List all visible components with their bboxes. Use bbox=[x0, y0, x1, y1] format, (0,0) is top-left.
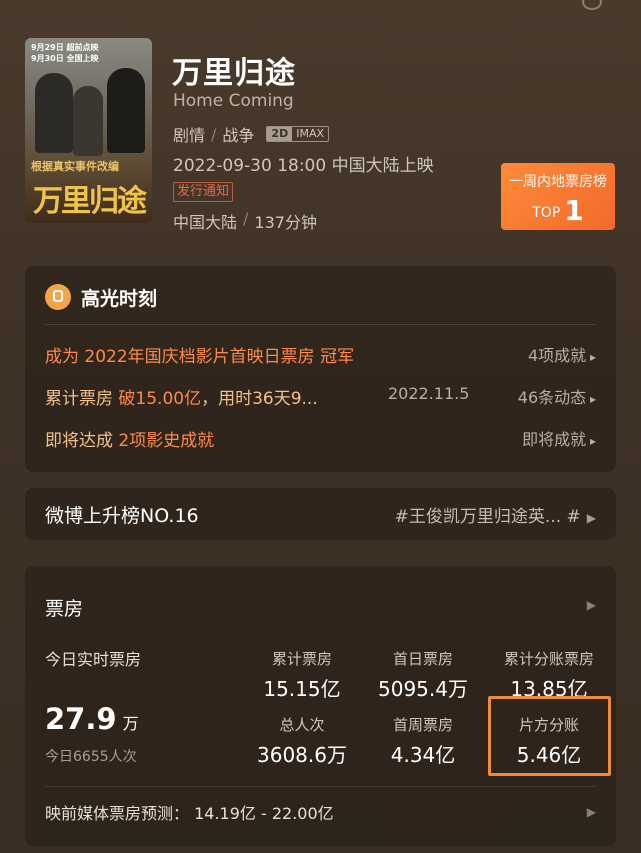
poster-title: 万里归途 bbox=[33, 184, 147, 219]
region: 中国大陆 bbox=[173, 213, 238, 232]
divider bbox=[45, 786, 596, 787]
highlight-text: 累计票房 破15.00亿，用时36天9... bbox=[45, 384, 318, 409]
movie-subtitle: Home Coming bbox=[173, 91, 294, 111]
hashtag-icon: # bbox=[566, 507, 581, 527]
highlights-title: 高光时刻 bbox=[81, 288, 158, 310]
stat-total-box-office: 累计票房 15.15亿 bbox=[237, 648, 367, 702]
top-edge-icon bbox=[582, 0, 602, 10]
box-office-title[interactable]: 票房 bbox=[45, 594, 83, 621]
chevron-right-icon: ▶ bbox=[586, 511, 596, 525]
poster-figure bbox=[35, 73, 73, 153]
poster-figure bbox=[107, 68, 145, 153]
highlight-text: 即将达成 2项影史成就 bbox=[45, 426, 214, 451]
stat-label: 累计票房 bbox=[271, 650, 332, 668]
highlight-date: 2022.11.5 bbox=[388, 384, 470, 403]
highlight-post: 冠军 bbox=[314, 347, 355, 367]
rank-badge-value: TOP 1 bbox=[501, 194, 615, 227]
today-label: 今日实时票房 bbox=[45, 650, 142, 669]
highlights-card: 高光时刻 成为 2022年国庆档影片首映日票房 冠军 4项成就 累计票房 破15… bbox=[25, 266, 616, 472]
genre-tag: 战争 bbox=[222, 126, 255, 145]
separator: / bbox=[243, 209, 249, 228]
highlight-key: 破15.00亿 bbox=[118, 389, 202, 409]
weibo-topic[interactable]: #王俊凯万里归途英... # ▶ bbox=[395, 502, 596, 527]
format-badge: 2D IMAX bbox=[266, 126, 330, 142]
highlight-link[interactable]: 46条动态 bbox=[518, 384, 596, 408]
rank-badge-label: 一周内地票房榜 bbox=[509, 174, 607, 190]
highlight-row-1[interactable]: 成为 2022年国庆档影片首映日票房 冠军 4项成就 bbox=[45, 342, 596, 368]
stat-value: 15.15亿 bbox=[263, 677, 341, 701]
weibo-topic-text: #王俊凯万里归途英... bbox=[394, 507, 562, 527]
stat-label: 总人次 bbox=[279, 716, 325, 734]
box-office-rank-badge[interactable]: 一周内地票房榜 TOP 1 bbox=[501, 163, 615, 230]
rank-prefix: TOP bbox=[532, 205, 561, 221]
movie-title: 万里归途 bbox=[172, 56, 296, 91]
genre-line: 剧情 / 战争 2D IMAX bbox=[173, 122, 330, 146]
highlight-key: 2项影史成就 bbox=[118, 431, 215, 451]
format-imax: IMAX bbox=[296, 127, 325, 140]
poster-tagline: 根据真实事件改编 bbox=[31, 160, 119, 173]
stat-first-day: 首日票房 5095.4万 bbox=[358, 648, 488, 702]
rank-number: 1 bbox=[564, 194, 584, 227]
genre-tag: 剧情 bbox=[173, 126, 206, 145]
poster-date-line: 9月29日 超前点映 bbox=[31, 43, 99, 52]
highlight-box bbox=[488, 696, 611, 776]
divider bbox=[45, 324, 596, 325]
highlight-pre: 即将达成 bbox=[45, 431, 119, 451]
stat-first-week: 首周票房 4.34亿 bbox=[358, 714, 488, 768]
release-info: 2022-09-30 18:00 中国大陆上映 bbox=[173, 156, 434, 176]
today-admissions: 今日6655人次 bbox=[45, 749, 137, 765]
duration: 137分钟 bbox=[254, 213, 317, 232]
weibo-rank: 微博上升榜NO.16 bbox=[45, 505, 199, 527]
stat-label: 首周票房 bbox=[392, 716, 453, 734]
highlight-row-3[interactable]: 即将达成 2项影史成就 即将成就 bbox=[45, 426, 596, 452]
trophy-icon bbox=[45, 284, 71, 310]
movie-poster[interactable]: 9月29日 超前点映 9月30日 全国上映 根据真实事件改编 万里归途 bbox=[25, 38, 152, 223]
stat-total-split: 累计分账票房 13.85亿 bbox=[484, 648, 614, 702]
highlight-pre: 累计票房 bbox=[45, 389, 119, 409]
chevron-right-icon[interactable]: ▶ bbox=[587, 598, 596, 612]
stat-label: 累计分账票房 bbox=[503, 650, 594, 668]
chevron-right-icon[interactable]: ▶ bbox=[587, 805, 596, 819]
weibo-rank-card[interactable]: 微博上升榜NO.16 #王俊凯万里归途英... # ▶ bbox=[25, 488, 616, 540]
stat-total-admissions: 总人次 3608.6万 bbox=[237, 714, 367, 768]
highlight-key: 2022年国庆档影片首映日票房 bbox=[84, 347, 315, 367]
format-2d: 2D bbox=[267, 127, 293, 141]
poster-date-line: 9月30日 全国上映 bbox=[31, 54, 99, 63]
stat-label: 首日票房 bbox=[392, 650, 453, 668]
stat-value: 4.34亿 bbox=[390, 743, 456, 767]
region-duration: 中国大陆 / 137分钟 bbox=[173, 209, 317, 233]
highlight-link[interactable]: 即将成就 bbox=[522, 426, 596, 450]
release-notice-tag[interactable]: 发行通知 bbox=[173, 182, 234, 202]
box-office-card: 票房 ▶ 今日实时票房 27.9 万 今日6655人次 累计票房 15.15亿 首… bbox=[25, 566, 616, 846]
separator: / bbox=[211, 124, 217, 144]
today-value: 27.9 万 bbox=[45, 702, 139, 736]
highlight-pre: 成为 bbox=[45, 347, 85, 367]
highlight-text: 成为 2022年国庆档影片首映日票房 冠军 bbox=[45, 342, 354, 367]
stat-value: 5095.4万 bbox=[378, 677, 468, 701]
highlight-row-2[interactable]: 累计票房 破15.00亿，用时36天9... 2022.11.5 46条动态 bbox=[45, 384, 596, 410]
poster-figure bbox=[73, 86, 103, 156]
highlight-post: ，用时36天9... bbox=[201, 389, 318, 409]
today-value-unit: 万 bbox=[122, 714, 139, 733]
stat-value: 3608.6万 bbox=[257, 743, 347, 767]
highlight-link[interactable]: 4项成就 bbox=[528, 342, 596, 366]
today-value-number: 27.9 bbox=[45, 702, 117, 736]
forecast-text[interactable]: 映前媒体票房预测： 14.19亿 - 22.00亿 bbox=[45, 800, 334, 824]
